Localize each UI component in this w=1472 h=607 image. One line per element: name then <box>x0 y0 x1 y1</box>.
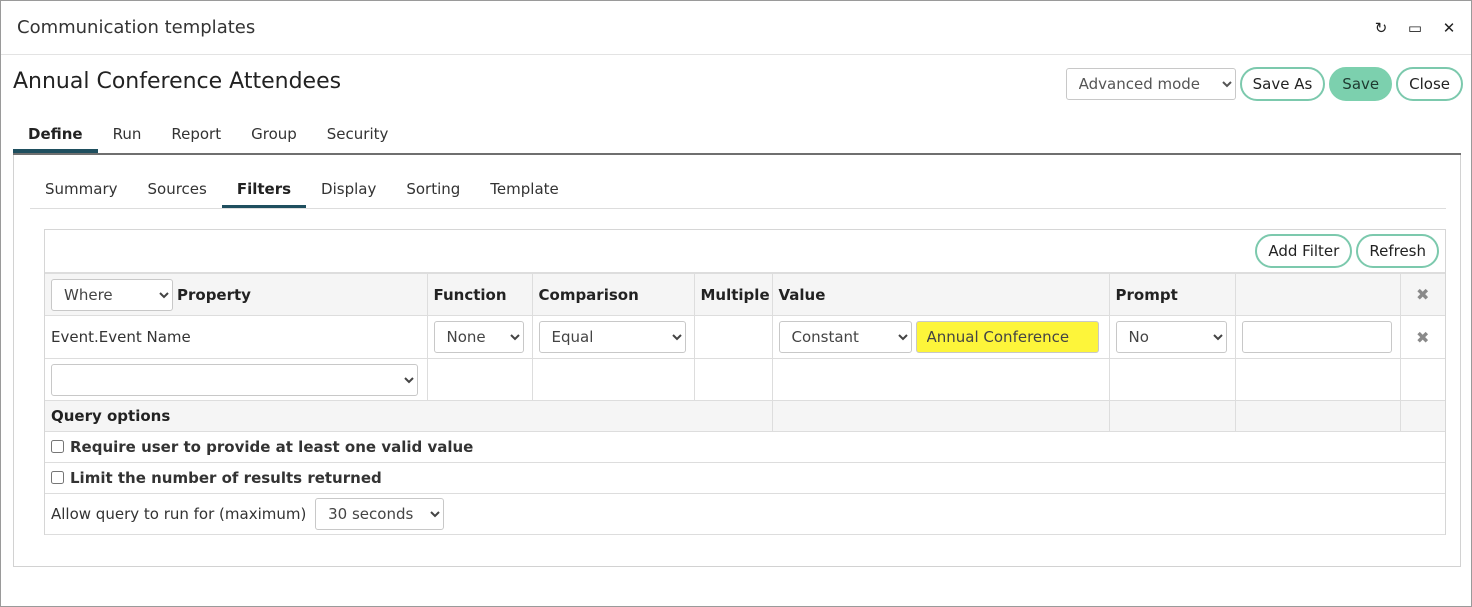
add-filter-button[interactable]: Add Filter <box>1255 234 1353 268</box>
sub-tabs: Summary Sources Filters Display Sorting … <box>30 173 1446 209</box>
filter-extra-cell <box>1234 315 1401 359</box>
allow-query-label: Allow query to run for (maximum) <box>51 505 307 523</box>
refresh-button[interactable]: Refresh <box>1356 234 1439 268</box>
subtab-display[interactable]: Display <box>306 173 391 208</box>
tab-group[interactable]: Group <box>236 117 312 153</box>
empty-cell <box>1399 400 1445 432</box>
save-button[interactable]: Save <box>1329 67 1393 101</box>
filter-value-cell: Constant <box>771 315 1110 359</box>
limit-results-label: Limit the number of results returned <box>70 469 382 487</box>
filters-table: Where Property Function Comparison Multi… <box>45 273 1445 535</box>
empty-cell <box>531 358 695 401</box>
filter-function-cell: None <box>426 315 533 359</box>
new-filter-row <box>45 358 1445 401</box>
filter-prompt-cell: No <box>1108 315 1236 359</box>
empty-cell <box>1108 400 1236 432</box>
empty-cell <box>693 358 773 401</box>
property-header: Where Property <box>45 273 428 316</box>
function-select[interactable]: None <box>433 321 524 353</box>
header-actions: Advanced mode Save As Save Close <box>1065 67 1463 101</box>
filter-multiple-cell <box>693 315 773 359</box>
empty-cell <box>426 358 533 401</box>
query-options-heading: Query options <box>45 400 773 432</box>
maximize-icon[interactable]: ▭ <box>1405 17 1425 39</box>
subtab-template[interactable]: Template <box>475 173 573 208</box>
mode-select[interactable]: Advanced mode <box>1065 68 1236 100</box>
page-title: Annual Conference Attendees <box>13 69 342 94</box>
query-options-row: Query options <box>45 400 1445 432</box>
require-value-row: Require user to provide at least one val… <box>45 431 1445 463</box>
refresh-icon[interactable]: ↻ <box>1371 17 1391 39</box>
require-value-label: Require user to provide at least one val… <box>70 438 474 456</box>
function-header: Function <box>426 273 533 316</box>
subtab-sorting[interactable]: Sorting <box>391 173 475 208</box>
new-property-select[interactable] <box>51 363 418 396</box>
empty-cell <box>1234 358 1401 401</box>
require-value-cell: Require user to provide at least one val… <box>45 431 1445 463</box>
window-title: Communication templates <box>17 17 256 38</box>
filter-property: Event.Event Name <box>45 315 428 359</box>
filter-row: Event.Event Name None Equal ConstantAnnu… <box>45 315 1445 359</box>
new-property-cell <box>45 358 428 401</box>
tab-report[interactable]: Report <box>156 117 236 153</box>
window-titlebar: Communication templates ↻ ▭ ✕ <box>1 1 1471 55</box>
empty-cell <box>771 358 1110 401</box>
prompt-header: Prompt <box>1108 273 1236 316</box>
empty-cell <box>1399 358 1445 401</box>
allow-query-cell: Allow query to run for (maximum) 30 seco… <box>45 493 1445 535</box>
window-controls: ↻ ▭ ✕ <box>1371 17 1459 39</box>
comparison-header: Comparison <box>531 273 695 316</box>
extra-header <box>1234 273 1401 316</box>
allow-query-select[interactable]: 30 seconds <box>315 498 445 530</box>
limit-results-checkbox[interactable] <box>51 471 64 484</box>
delete-filter-icon[interactable]: ✖ <box>1399 315 1445 359</box>
limit-results-row: Limit the number of results returned <box>45 462 1445 494</box>
communication-templates-window: Communication templates ↻ ▭ ✕ Annual Con… <box>0 0 1472 607</box>
value-type-select[interactable]: Constant <box>778 321 912 353</box>
subtab-filters[interactable]: Filters <box>221 173 307 208</box>
filter-comparison-cell: Equal <box>531 315 695 359</box>
value-header: Value <box>771 273 1110 316</box>
require-value-checkbox[interactable] <box>51 440 64 453</box>
subtab-summary[interactable]: Summary <box>30 173 133 208</box>
limit-results-cell: Limit the number of results returned <box>45 462 1445 494</box>
heading-row: Annual Conference Attendees Advanced mod… <box>13 67 1463 107</box>
property-header-label: Property <box>177 285 251 304</box>
tab-run[interactable]: Run <box>98 117 157 153</box>
filters-toolbar: Add Filter Refresh <box>45 230 1445 273</box>
allow-query-row: Allow query to run for (maximum) 30 seco… <box>45 493 1445 535</box>
empty-cell <box>1234 400 1401 432</box>
define-panel: Summary Sources Filters Display Sorting … <box>13 155 1461 567</box>
empty-cell <box>771 400 1110 432</box>
filters-box: Add Filter Refresh WhereProperty Functio… <box>44 229 1446 535</box>
extra-input[interactable] <box>1241 321 1392 353</box>
close-button[interactable]: Close <box>1396 67 1463 101</box>
save-as-button[interactable]: Save As <box>1239 67 1326 101</box>
main-tabs: Define Run Report Group Security <box>13 117 1461 155</box>
tab-security[interactable]: Security <box>312 117 404 153</box>
close-icon[interactable]: ✕ <box>1439 17 1459 39</box>
empty-cell <box>1108 358 1236 401</box>
where-select[interactable]: Where <box>51 278 173 311</box>
subtab-sources[interactable]: Sources <box>133 173 222 208</box>
filters-header-row: Where Property Function Comparison Multi… <box>45 273 1445 316</box>
prompt-select[interactable]: No <box>1115 321 1227 353</box>
tab-define[interactable]: Define <box>13 117 98 153</box>
comparison-select[interactable]: Equal <box>538 321 686 353</box>
value-input[interactable] <box>915 321 1099 353</box>
delete-all-icon[interactable]: ✖ <box>1399 273 1445 316</box>
multiple-header: Multiple <box>693 273 773 316</box>
